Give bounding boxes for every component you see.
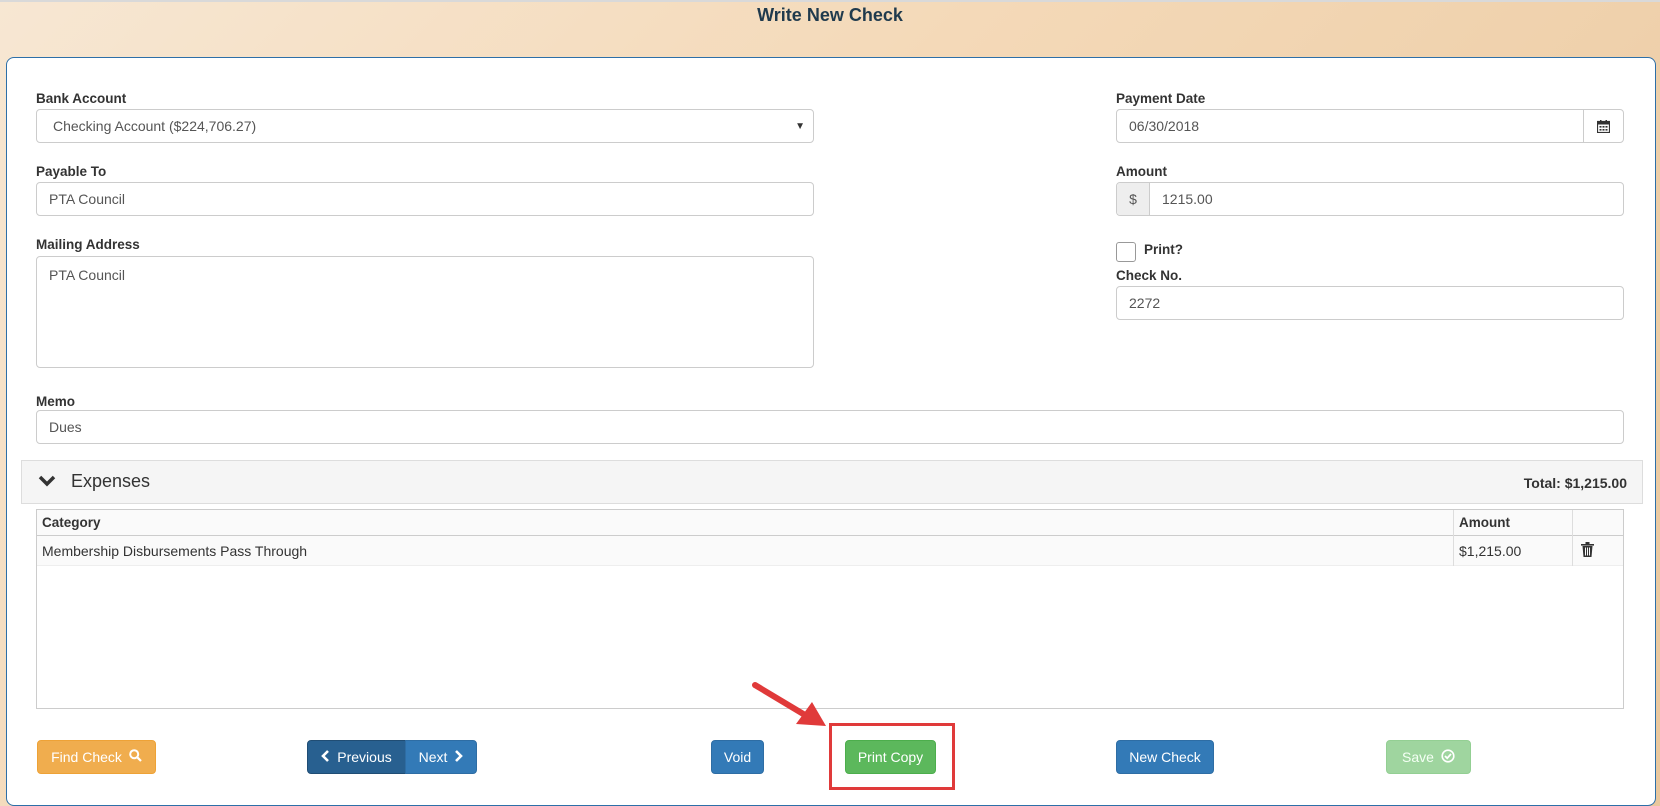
- top-border: [0, 0, 1660, 2]
- expenses-table: Category Amount Membership Disbursements…: [36, 509, 1624, 709]
- memo-input[interactable]: Dues: [36, 410, 1624, 444]
- new-check-button[interactable]: New Check: [1116, 740, 1214, 774]
- caret-down-icon: ▼: [795, 121, 805, 132]
- column-header-actions: [1573, 510, 1623, 536]
- payment-date-input[interactable]: 06/30/2018: [1116, 109, 1624, 143]
- previous-label: Previous: [337, 749, 392, 765]
- print-copy-highlight-box: [829, 723, 955, 790]
- column-divider: [1453, 510, 1454, 566]
- bank-account-select[interactable]: Checking Account ($224,706.27) ▼: [36, 109, 814, 143]
- mailing-address-label: Mailing Address: [36, 237, 140, 252]
- chevron-down-icon[interactable]: [38, 474, 56, 492]
- next-label: Next: [418, 749, 448, 765]
- payment-date-label: Payment Date: [1116, 91, 1206, 106]
- expenses-total: Total: $1,215.00: [1523, 475, 1627, 491]
- column-header-category: Category: [37, 510, 1453, 536]
- annotation-arrow-icon: [750, 680, 830, 735]
- currency-addon: $: [1117, 183, 1150, 215]
- find-check-button[interactable]: Find Check: [37, 740, 156, 774]
- memo-label: Memo: [36, 394, 76, 409]
- print-label: Print?: [1144, 242, 1183, 257]
- check-no-label: Check No.: [1116, 268, 1183, 283]
- check-form-panel: Bank Account Checking Account ($224,706.…: [6, 57, 1656, 806]
- save-button[interactable]: Save: [1386, 740, 1471, 774]
- search-icon: [129, 749, 142, 765]
- amount-label: Amount: [1116, 164, 1167, 179]
- bank-account-label: Bank Account: [36, 91, 127, 106]
- calendar-icon[interactable]: [1583, 110, 1623, 142]
- delete-row-button[interactable]: [1573, 536, 1623, 566]
- table-row-category[interactable]: Membership Disbursements Pass Through: [37, 536, 1453, 566]
- print-checkbox[interactable]: [1116, 242, 1136, 262]
- column-header-amount: Amount: [1454, 510, 1572, 536]
- column-divider: [1572, 510, 1573, 566]
- mailing-address-textarea[interactable]: PTA Council: [36, 256, 814, 368]
- save-label: Save: [1402, 749, 1434, 765]
- amount-input[interactable]: $ 1215.00: [1116, 182, 1624, 216]
- find-check-label: Find Check: [51, 749, 122, 765]
- expenses-title: Expenses: [71, 471, 151, 491]
- previous-button[interactable]: Previous: [307, 740, 406, 774]
- check-no-input[interactable]: 2272: [1116, 286, 1624, 320]
- void-button[interactable]: Void: [711, 740, 764, 774]
- chevron-right-icon: [454, 749, 464, 765]
- trash-icon[interactable]: [1581, 542, 1594, 560]
- page-title: Write New Check: [757, 5, 903, 25]
- next-button[interactable]: Next: [405, 740, 477, 774]
- amount-value: 1215.00: [1162, 191, 1213, 207]
- expenses-header[interactable]: Expenses Total: $1,215.00: [21, 460, 1643, 504]
- payable-to-label: Payable To: [36, 164, 107, 179]
- payable-to-input[interactable]: PTA Council: [36, 182, 814, 216]
- table-row-amount[interactable]: $1,215.00: [1454, 536, 1572, 566]
- check-circle-icon: [1441, 748, 1455, 766]
- chevron-left-icon: [321, 749, 330, 765]
- payment-date-value: 06/30/2018: [1129, 118, 1200, 134]
- bank-account-value: Checking Account ($224,706.27): [53, 118, 257, 134]
